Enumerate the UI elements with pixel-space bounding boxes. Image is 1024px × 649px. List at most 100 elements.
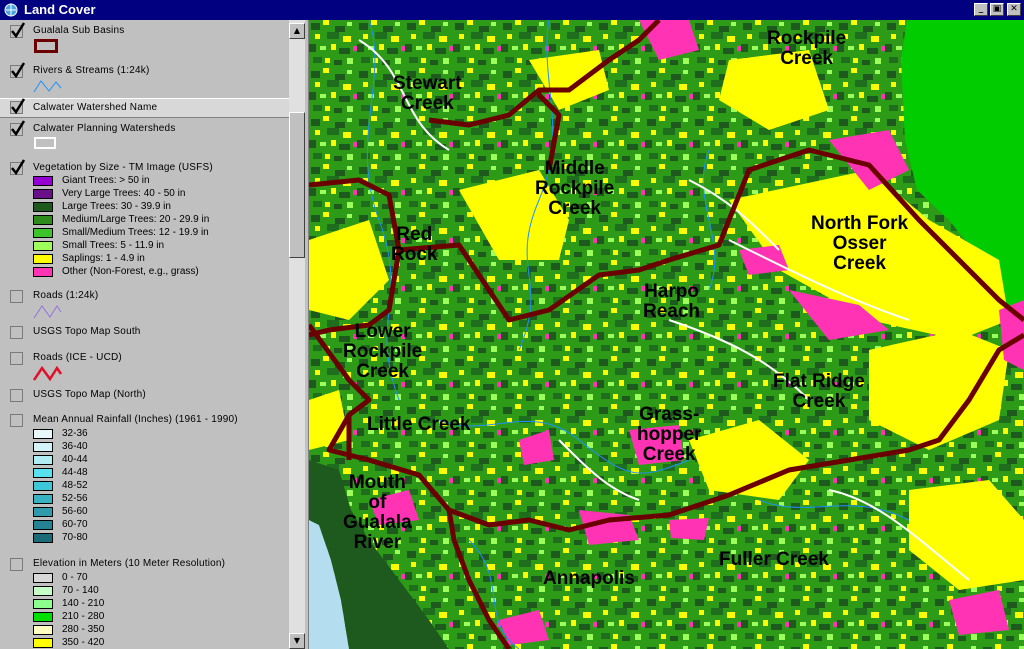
- legend-class: Small Trees: 5 - 11.9 in: [33, 240, 283, 253]
- class-label: Small Trees: 5 - 11.9 in: [62, 240, 165, 251]
- layer-name: Gualala Sub Basins: [33, 25, 125, 36]
- layer-vegetation-by-size[interactable]: Vegetation by Size - TM Image (USFS) Gia…: [0, 159, 289, 286]
- class-swatch: [33, 267, 53, 277]
- class-label: 210 - 280: [62, 611, 105, 622]
- class-label: 70-80: [62, 532, 88, 543]
- map-label-flat-ridge-creek: Flat Ridge Creek: [773, 371, 865, 412]
- class-swatch: [33, 176, 53, 186]
- legend-panel: Gualala Sub Basins Rivers & Streams (1:2…: [0, 20, 289, 649]
- map-label-mouth-of-gualala-river: Mouth of Gualala River: [343, 472, 412, 553]
- class-label: 280 - 350: [62, 624, 105, 635]
- legend-class: 280 - 350: [33, 624, 283, 637]
- scroll-thumb[interactable]: [289, 112, 305, 258]
- layer-checkbox[interactable]: [10, 414, 23, 427]
- layer-name: Vegetation by Size - TM Image (USFS): [33, 162, 213, 173]
- legend-class: 210 - 280: [33, 611, 283, 624]
- legend-class: 44-48: [33, 467, 283, 480]
- basin-boundary-symbol: [34, 39, 58, 53]
- layer-checkbox[interactable]: [10, 558, 23, 571]
- stream-line-symbol: [33, 80, 62, 93]
- scroll-down-button[interactable]: ▼: [289, 633, 305, 649]
- class-label: 36-40: [62, 441, 88, 452]
- scroll-up-button[interactable]: ▲: [289, 23, 305, 39]
- layer-roads-24k[interactable]: Roads (1:24k): [0, 290, 289, 320]
- layer-rivers-streams[interactable]: Rivers & Streams (1:24k): [0, 62, 289, 95]
- legend-class: Saplings: 1 - 4.9 in: [33, 253, 283, 266]
- layer-checkbox[interactable]: [10, 120, 26, 136]
- class-swatch: [33, 573, 53, 583]
- class-label: 350 - 420: [62, 637, 105, 648]
- layer-gualala-sub-basins[interactable]: Gualala Sub Basins: [0, 22, 289, 59]
- close-button[interactable]: ✕: [1007, 3, 1021, 16]
- class-label: Large Trees: 30 - 39.9 in: [62, 201, 171, 212]
- class-label: 70 - 140: [62, 585, 99, 596]
- legend-class: Giant Trees: > 50 in: [33, 175, 283, 188]
- layer-usgs-topo-north[interactable]: USGS Topo Map (North): [0, 389, 289, 405]
- layer-name: Mean Annual Rainfall (Inches) (1961 - 19…: [33, 414, 238, 425]
- class-label: 48-52: [62, 480, 88, 491]
- layer-name: Rivers & Streams (1:24k): [33, 65, 150, 76]
- map-label-lower-rockpile-creek: Lower Rockpile Creek: [343, 321, 423, 382]
- class-swatch: [33, 533, 53, 543]
- map-label-fuller-creek: Fuller Creek: [719, 549, 829, 570]
- map-label-stewart-creek: Stewart Creek: [393, 73, 462, 114]
- layer-checkbox[interactable]: [10, 98, 26, 114]
- class-swatch: [33, 442, 53, 452]
- layer-calwater-planning-watersheds[interactable]: Calwater Planning Watersheds: [0, 120, 289, 153]
- layer-usgs-topo-south[interactable]: USGS Topo Map South: [0, 326, 289, 342]
- legend-class: 36-40: [33, 441, 283, 454]
- layer-checkbox[interactable]: [10, 352, 23, 365]
- class-swatch: [33, 455, 53, 465]
- class-swatch: [33, 215, 53, 225]
- legend-class: 70 - 140: [33, 585, 283, 598]
- layer-checkbox[interactable]: [10, 62, 26, 78]
- class-swatch: [33, 429, 53, 439]
- class-swatch: [33, 202, 53, 212]
- class-swatch: [33, 599, 53, 609]
- layer-checkbox[interactable]: [10, 159, 26, 175]
- layer-checkbox[interactable]: [10, 22, 26, 38]
- layer-checkbox[interactable]: [10, 326, 23, 339]
- class-swatch: [33, 254, 53, 264]
- layer-calwater-watershed-name[interactable]: Calwater Watershed Name: [0, 98, 289, 118]
- class-swatch: [33, 468, 53, 478]
- globe-icon: [4, 3, 18, 17]
- map-label-north-fork-osser-creek: North Fork Osser Creek: [811, 213, 909, 274]
- class-label: Saplings: 1 - 4.9 in: [62, 253, 145, 264]
- layer-checkbox[interactable]: [10, 389, 23, 402]
- legend-class: 70-80: [33, 532, 283, 545]
- class-label: Medium/Large Trees: 20 - 29.9 in: [62, 214, 210, 225]
- map-label-middle-rockpile-creek: Middle Rockpile Creek: [535, 158, 615, 219]
- layer-name: Calwater Watershed Name: [33, 102, 158, 113]
- legend-class: 350 - 420: [33, 637, 283, 649]
- watershed-outline-symbol: [34, 137, 56, 149]
- restore-button[interactable]: ▣: [990, 3, 1004, 16]
- class-label: Very Large Trees: 40 - 50 in: [62, 188, 186, 199]
- minimize-button[interactable]: _: [974, 3, 988, 16]
- road-line-symbol: [33, 305, 62, 319]
- map-label-harpo-reach: Harpo Reach: [643, 281, 701, 322]
- class-label: 140 - 210: [62, 598, 105, 609]
- map-label-grasshopper-creek: Grass- hopper Creek: [637, 404, 702, 465]
- legend-class: 56-60: [33, 506, 283, 519]
- class-label: 56-60: [62, 506, 88, 517]
- class-label: 52-56: [62, 493, 88, 504]
- window-title: Land Cover: [24, 2, 96, 17]
- legend-class: Other (Non-Forest, e.g., grass): [33, 266, 283, 279]
- road-line-symbol: [33, 365, 63, 382]
- layer-mean-annual-rainfall[interactable]: Mean Annual Rainfall (Inches) (1961 - 19…: [0, 414, 289, 548]
- legend-scrollbar[interactable]: ▲ ▼: [289, 20, 305, 649]
- legend-class: 140 - 210: [33, 598, 283, 611]
- map-view[interactable]: Rockpile Creek Stewart Creek Middle Rock…: [309, 20, 1024, 649]
- layer-elevation[interactable]: Elevation in Meters (10 Meter Resolution…: [0, 558, 289, 649]
- class-label: 60-70: [62, 519, 88, 530]
- class-label: 32-36: [62, 428, 88, 439]
- layer-checkbox[interactable]: [10, 290, 23, 303]
- layer-name: USGS Topo Map South: [33, 326, 141, 337]
- map-label-little-creek: Little Creek: [367, 414, 471, 435]
- legend-class: 48-52: [33, 480, 283, 493]
- class-label: 44-48: [62, 467, 88, 478]
- layer-roads-ice-ucd[interactable]: Roads (ICE - UCD): [0, 352, 289, 382]
- class-swatch: [33, 520, 53, 530]
- legend-class: 40-44: [33, 454, 283, 467]
